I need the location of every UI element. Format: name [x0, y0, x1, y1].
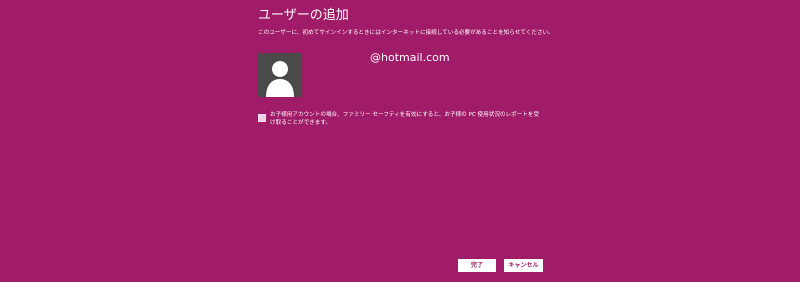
user-silhouette-icon [266, 61, 294, 97]
child-account-label: お子様用アカウントの場合、ファミリー セーフティを有効にすると、お子様の PC … [270, 112, 540, 126]
done-button[interactable]: 完了 [458, 259, 496, 272]
cancel-button[interactable]: キャンセル [504, 259, 543, 272]
child-account-checkbox[interactable] [258, 114, 266, 122]
avatar [258, 53, 302, 97]
account-email: @hotmail.com [370, 51, 450, 64]
page-subtitle: このユーザーに、初めてサインインするときにはインターネットに接続している必要があ… [258, 30, 554, 36]
page-title: ユーザーの追加 [258, 8, 349, 23]
add-user-page: ユーザーの追加 このユーザーに、初めてサインインするときにはインターネットに接続… [0, 0, 800, 282]
